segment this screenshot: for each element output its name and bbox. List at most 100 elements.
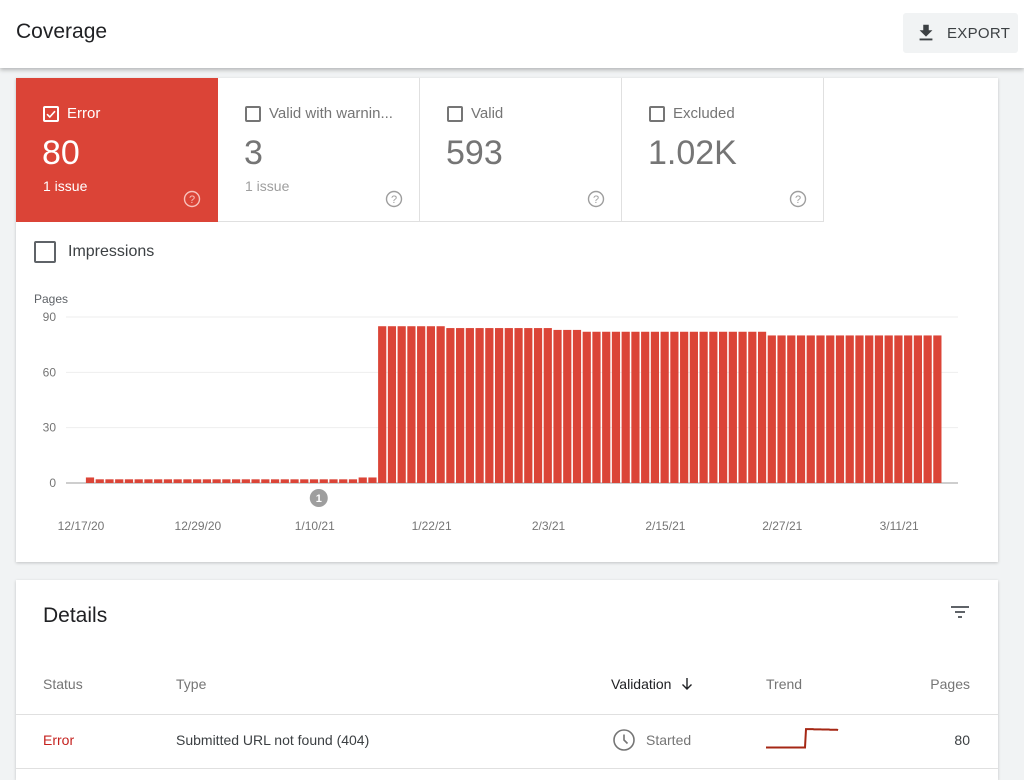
row-pages: 80 bbox=[954, 732, 970, 748]
trend-sparkline bbox=[766, 728, 839, 749]
header-divider bbox=[16, 714, 998, 715]
valid-checkbox[interactable] bbox=[447, 106, 463, 122]
help-icon[interactable]: ? bbox=[587, 190, 605, 208]
impressions-label: Impressions bbox=[68, 243, 155, 260]
coverage-bar-chart: Pages 0 30 60 90 12/17/20 12/29/20 1/10/21 1/22/… bbox=[34, 292, 958, 533]
x-tick-label: 1/10/21 bbox=[295, 519, 335, 533]
bar bbox=[563, 329, 572, 483]
tile-error[interactable]: Error 80 1 issue ? bbox=[16, 78, 218, 222]
bar bbox=[387, 326, 397, 483]
bar bbox=[368, 477, 377, 483]
bar bbox=[309, 479, 319, 483]
bar bbox=[397, 326, 406, 483]
bar bbox=[202, 479, 211, 483]
details-title: Details bbox=[43, 604, 108, 627]
x-tick-label: 3/11/21 bbox=[880, 519, 919, 533]
bar bbox=[699, 331, 708, 483]
x-tick-label: 12/17/20 bbox=[58, 519, 105, 533]
svg-text:?: ? bbox=[795, 194, 801, 206]
sort-down-arrow-icon bbox=[682, 678, 693, 690]
tile-subtext: 1 issue bbox=[43, 178, 88, 194]
bar bbox=[592, 331, 601, 483]
y-tick-label: 0 bbox=[49, 476, 56, 490]
tile-value: 80 bbox=[42, 134, 80, 172]
tile-label: Valid with warnin... bbox=[269, 105, 393, 122]
export-button[interactable]: EXPORT bbox=[903, 13, 1018, 53]
bar bbox=[553, 329, 562, 483]
bar bbox=[124, 479, 134, 483]
bar bbox=[767, 335, 776, 483]
bar bbox=[183, 479, 192, 483]
column-header-status[interactable]: Status bbox=[43, 676, 83, 692]
row-divider bbox=[16, 768, 998, 769]
annotation-label: 1 bbox=[316, 493, 322, 505]
bar bbox=[251, 479, 260, 483]
row-status: Error bbox=[43, 732, 75, 748]
column-header-validation[interactable]: Validation bbox=[611, 676, 695, 692]
bar bbox=[280, 479, 289, 483]
bar bbox=[621, 331, 630, 483]
bar bbox=[816, 335, 825, 483]
bar bbox=[680, 331, 689, 483]
bar bbox=[270, 479, 280, 483]
x-tick-label: 1/22/21 bbox=[412, 519, 452, 533]
help-icon[interactable]: ? bbox=[183, 190, 201, 208]
excluded-checkbox[interactable] bbox=[649, 106, 665, 122]
tile-label: Valid bbox=[471, 105, 504, 122]
x-tick-label: 2/3/21 bbox=[532, 519, 566, 533]
bar bbox=[319, 479, 328, 483]
warning-checkbox[interactable] bbox=[245, 106, 261, 122]
bar bbox=[426, 326, 435, 483]
bar bbox=[465, 328, 474, 483]
bar bbox=[923, 335, 932, 483]
bar bbox=[865, 335, 874, 483]
tile-excluded[interactable]: Excluded 1.02K ? bbox=[622, 78, 824, 222]
x-tick-label: 2/15/21 bbox=[645, 519, 685, 533]
bar bbox=[144, 479, 153, 483]
bar bbox=[533, 328, 543, 483]
column-header-type[interactable]: Type bbox=[176, 676, 206, 692]
column-header-trend[interactable]: Trend bbox=[766, 676, 802, 692]
svg-text:?: ? bbox=[391, 194, 397, 206]
tile-valid-with-warnings[interactable]: Valid with warnin... 3 1 issue ? bbox=[218, 78, 420, 222]
impressions-checkbox[interactable] bbox=[34, 241, 56, 263]
help-icon[interactable]: ? bbox=[789, 190, 807, 208]
page-title: Coverage bbox=[16, 20, 108, 43]
bar bbox=[105, 479, 114, 483]
x-tick-label: 12/29/20 bbox=[175, 519, 222, 533]
impressions-toggle[interactable]: Impressions bbox=[34, 241, 154, 263]
tile-label: Error bbox=[67, 105, 101, 122]
bar bbox=[358, 477, 367, 483]
column-header-pages[interactable]: Pages bbox=[930, 676, 970, 692]
clock-icon bbox=[613, 729, 635, 751]
y-tick-label: 60 bbox=[43, 365, 57, 379]
help-icon[interactable]: ? bbox=[385, 190, 403, 208]
tile-value: 593 bbox=[446, 134, 503, 172]
top-bar: Coverage EXPORT bbox=[0, 0, 1024, 68]
bar bbox=[378, 326, 387, 483]
bar bbox=[436, 326, 445, 483]
bar bbox=[456, 328, 465, 483]
bar bbox=[670, 331, 679, 483]
bar bbox=[446, 328, 455, 483]
bar bbox=[261, 479, 270, 483]
y-axis-label: Pages bbox=[34, 292, 68, 306]
coverage-chart-card: Error 80 1 issue ? Valid with warnin... … bbox=[16, 78, 998, 562]
filter-icon[interactable] bbox=[948, 600, 972, 624]
trend-line bbox=[766, 728, 839, 749]
bar bbox=[650, 331, 660, 483]
bar bbox=[407, 326, 416, 483]
svg-text:?: ? bbox=[189, 194, 195, 206]
bar bbox=[475, 328, 484, 483]
bar bbox=[95, 479, 104, 483]
bar bbox=[572, 329, 582, 483]
tile-valid[interactable]: Valid 593 ? bbox=[420, 78, 622, 222]
check-icon bbox=[46, 110, 56, 119]
bar bbox=[719, 331, 728, 483]
bar bbox=[134, 479, 143, 483]
bar bbox=[543, 328, 552, 483]
row-validation: Started bbox=[612, 728, 691, 752]
bar bbox=[417, 326, 426, 483]
bar bbox=[290, 479, 299, 483]
error-checkbox[interactable] bbox=[43, 106, 59, 122]
